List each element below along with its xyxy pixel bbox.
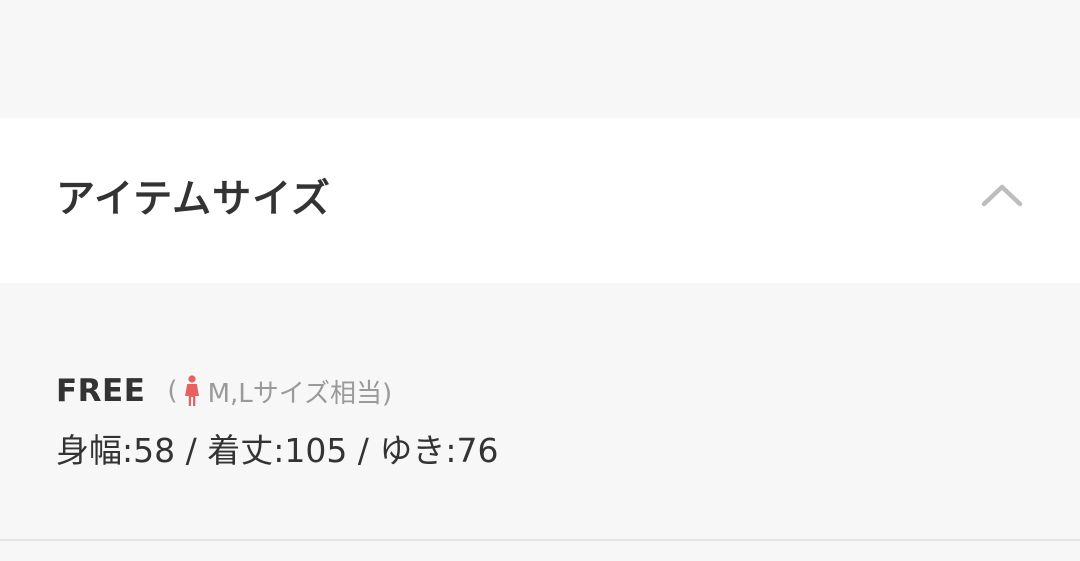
size-row: FREE ( M,Lサイズ相当): [56, 369, 392, 413]
item-size-accordion-header[interactable]: アイテムサイズ: [0, 118, 1080, 283]
size-equivalent-open-paren: (: [167, 376, 178, 406]
size-equivalent: ( M,Lサイズ相当): [167, 373, 392, 410]
item-size-panel: FREE ( M,Lサイズ相当) 身幅:58 / 着丈:105 / ゆき:76: [0, 283, 1080, 539]
size-name: FREE: [56, 373, 146, 409]
top-spacer: [0, 0, 1080, 118]
accordion-title: アイテムサイズ: [56, 177, 331, 222]
size-equivalent-text: M,Lサイズ相当): [207, 378, 393, 409]
chevron-up-icon[interactable]: [978, 180, 1026, 210]
size-measurements: 身幅:58 / 着丈:105 / ゆき:76: [56, 431, 499, 470]
bottom-spacer: [0, 541, 1080, 561]
woman-figure-icon: [184, 375, 199, 406]
